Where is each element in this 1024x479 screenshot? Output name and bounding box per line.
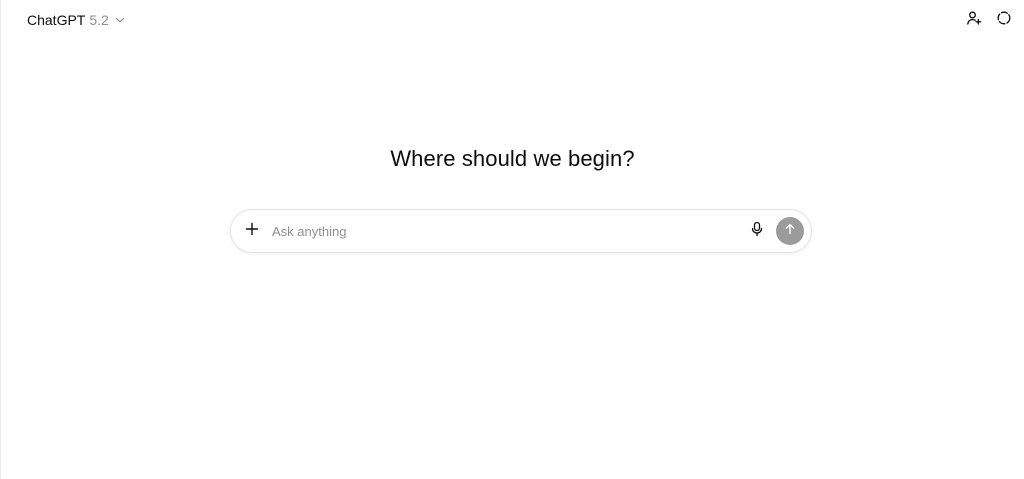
add-people-button[interactable]	[962, 8, 986, 32]
page-title: Where should we begin?	[390, 146, 635, 171]
plus-icon	[245, 222, 259, 241]
app-window: ChatGPT 5.2 Where should we begin? Ask a…	[0, 0, 1024, 479]
send-button[interactable]	[776, 217, 804, 245]
dashed-circle-icon	[996, 10, 1012, 31]
add-person-icon	[966, 10, 982, 31]
arrow-up-icon	[784, 222, 796, 240]
model-name: ChatGPT	[27, 12, 86, 28]
microphone-icon	[750, 221, 764, 242]
model-version: 5.2	[89, 12, 109, 28]
dictate-button[interactable]	[744, 218, 770, 244]
temporary-chat-button[interactable]	[992, 8, 1016, 32]
chevron-down-icon	[114, 14, 126, 26]
header: ChatGPT 5.2	[1, 0, 1024, 40]
add-attachment-button[interactable]	[238, 217, 266, 245]
header-actions	[962, 8, 1016, 32]
prompt-input[interactable]	[270, 216, 744, 246]
model-switcher-button[interactable]: ChatGPT 5.2	[21, 8, 132, 32]
composer	[230, 209, 812, 253]
